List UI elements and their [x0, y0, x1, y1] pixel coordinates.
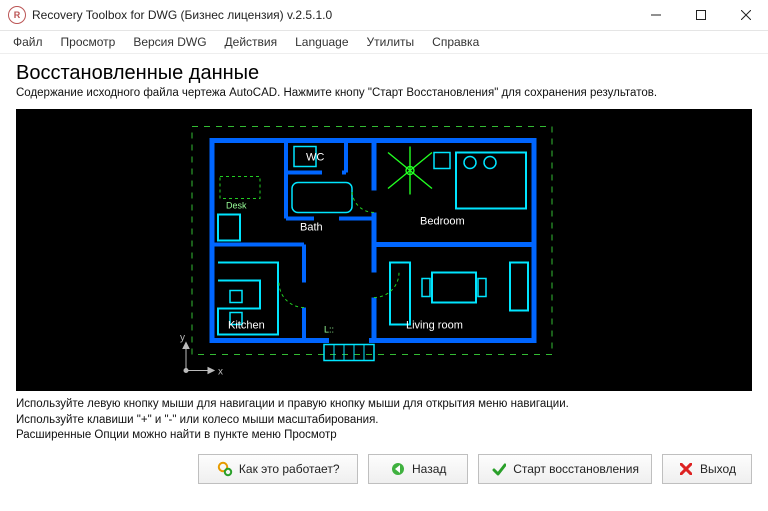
start-recovery-label: Старт восстановления [513, 462, 639, 476]
page-header: Восстановленные данные Содержание исходн… [0, 54, 768, 105]
menu-dwg-ver[interactable]: Версия DWG [124, 33, 215, 51]
label-living: Living room [406, 320, 463, 332]
menu-language[interactable]: Language [286, 33, 357, 51]
menubar: Файл Просмотр Версия DWG Действия Langua… [0, 31, 768, 54]
back-button[interactable]: Назад [368, 454, 468, 484]
maximize-icon [696, 10, 706, 20]
close-icon [741, 10, 751, 20]
minimize-button[interactable] [633, 0, 678, 30]
back-label: Назад [412, 462, 446, 476]
maximize-button[interactable] [678, 0, 723, 30]
floor-plan-drawing: Desk L:: WC Bath Bedroom Kitchen Living … [174, 113, 594, 388]
how-it-works-label: Как это работает? [239, 462, 340, 476]
hint-line-1: Используйте левую кнопку мыши для навига… [16, 397, 752, 413]
menu-view[interactable]: Просмотр [52, 33, 125, 51]
label-bath: Bath [300, 222, 323, 234]
titlebar: R Recovery Toolbox for DWG (Бизнес лицен… [0, 0, 768, 31]
how-it-works-button[interactable]: Как это работает? [198, 454, 358, 484]
start-recovery-button[interactable]: Старт восстановления [478, 454, 652, 484]
check-icon [491, 461, 507, 477]
app-icon: R [8, 6, 26, 24]
hints-block: Используйте левую кнопку мыши для навига… [0, 391, 768, 448]
axis-y-label: y [180, 333, 185, 344]
menu-utils[interactable]: Утилиты [358, 33, 424, 51]
axes-icon [183, 343, 214, 374]
axis-x-label: x [218, 367, 223, 378]
arrow-left-icon [390, 461, 406, 477]
label-l: L:: [324, 325, 334, 335]
page-subtitle: Содержание исходного файла чертежа AutoC… [16, 87, 752, 99]
close-button[interactable] [723, 0, 768, 30]
page-title: Восстановленные данные [16, 62, 752, 85]
label-desk: Desk [226, 201, 247, 211]
gear-icon [217, 461, 233, 477]
label-kitchen: Kitchen [228, 320, 265, 332]
ceiling-fan-icon [388, 147, 432, 195]
window-title: Recovery Toolbox for DWG (Бизнес лицензи… [32, 8, 332, 22]
minimize-icon [651, 10, 661, 20]
hint-line-2: Используйте клавиши "+" и "-" или колесо… [16, 413, 752, 429]
menu-file[interactable]: Файл [4, 33, 52, 51]
exit-button[interactable]: Выход [662, 454, 752, 484]
x-icon [678, 461, 694, 477]
menu-actions[interactable]: Действия [216, 33, 287, 51]
cad-viewport[interactable]: Desk L:: WC Bath Bedroom Kitchen Living … [16, 109, 752, 391]
hint-line-3: Расширенные Опции можно найти в пункте м… [16, 428, 752, 444]
menu-help[interactable]: Справка [423, 33, 488, 51]
label-bedroom: Bedroom [420, 216, 465, 228]
button-bar: Как это работает? Назад Старт восстановл… [0, 448, 768, 494]
label-wc: WC [306, 152, 324, 164]
exit-label: Выход [700, 462, 736, 476]
